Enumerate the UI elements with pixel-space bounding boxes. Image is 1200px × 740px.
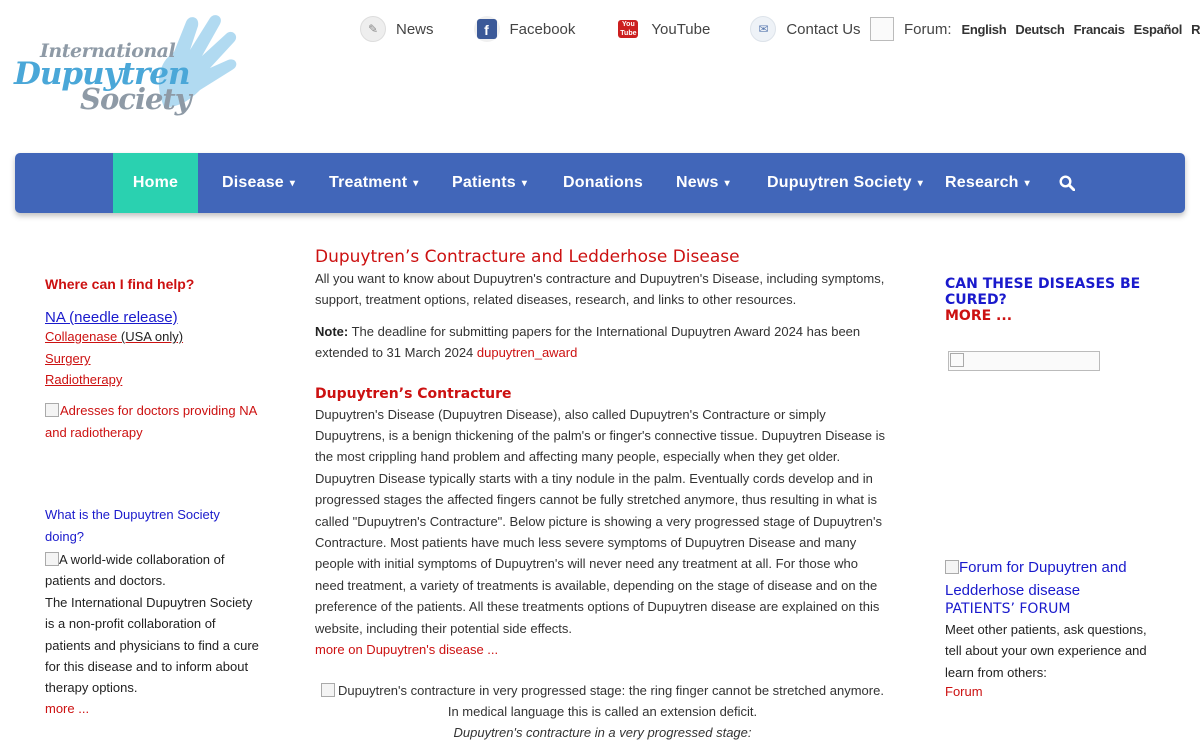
- left-more-link[interactable]: more ...: [45, 701, 89, 716]
- nav-patients[interactable]: Patients ▾: [452, 153, 527, 213]
- nav-home[interactable]: Home: [113, 153, 198, 213]
- more-disease-link[interactable]: more on Dupuytren's disease ...: [315, 639, 890, 660]
- search-icon[interactable]: [1059, 175, 1075, 191]
- patients-forum-title: PATIENTS’ FORUM: [945, 601, 1071, 617]
- forum-image-link[interactable]: Forum for Dupuytren and Ledderhose disea…: [945, 556, 1145, 602]
- nav-donations[interactable]: Donations: [563, 153, 643, 213]
- cure-title[interactable]: CAN THESE DISEASES BE CURED?: [945, 276, 1145, 308]
- chevron-down-icon: ▾: [521, 177, 528, 189]
- top-link-youtube[interactable]: You Tube YouTube: [615, 16, 710, 42]
- broken-image-icon: [321, 682, 336, 697]
- collaboration-image-alt: A world-wide collaboration of patients a…: [45, 552, 225, 589]
- contracture-image: Dupuytren's contracture in very progress…: [315, 680, 890, 723]
- logo-line-society: Society: [80, 82, 192, 116]
- page-title: Dupuytren’s Contracture and Ledderhose D…: [315, 247, 740, 267]
- nav-label: Disease: [222, 174, 284, 191]
- broken-image-icon: [945, 560, 959, 574]
- what-is-society-title[interactable]: What is the Dupuytren Society doing?: [45, 504, 260, 548]
- section-text: Dupuytren's Disease (Dupuytren Disease),…: [315, 406, 886, 636]
- top-link-contact[interactable]: ✉ Contact Us: [750, 16, 861, 42]
- mail-icon: ✉: [750, 16, 777, 42]
- collagenase-link[interactable]: Collagenase: [45, 329, 117, 344]
- image-alt-text: Adresses for doctors providing NA and ra…: [45, 403, 257, 440]
- site-logo[interactable]: International Dupuytren Society: [14, 12, 240, 120]
- forum-languages: Forum: English Deutsch Francais Español …: [870, 14, 1200, 44]
- main-nav: Home Disease ▾ Treatment ▾ Patients ▾ Donat…: [15, 153, 1185, 213]
- image-caption-italic: Dupuytren's contracture in a very progre…: [453, 725, 752, 740]
- nav-label: Home: [132, 174, 179, 191]
- facebook-icon: f: [473, 16, 500, 42]
- top-link-label: News: [396, 20, 434, 38]
- note-text: The deadline for submitting papers for t…: [315, 323, 861, 361]
- broken-image-icon: [950, 353, 964, 367]
- note-label: Note:: [315, 323, 349, 339]
- main-content: Dupuytren’s Contracture and Ledderhose D…: [315, 246, 890, 740]
- nav-label: Treatment: [329, 174, 408, 191]
- nav-label: Dupuytren Society: [767, 174, 912, 191]
- forum-lang-english[interactable]: English: [962, 22, 1007, 37]
- award-link[interactable]: dupuytren_award: [477, 345, 577, 360]
- na-needle-release-link[interactable]: NA (needle release): [45, 309, 178, 326]
- help-title: Where can I find help?: [45, 276, 195, 292]
- society-description: A world-wide collaboration of patients a…: [45, 549, 260, 699]
- top-link-label: Facebook: [509, 20, 576, 38]
- top-link-facebook[interactable]: f Facebook: [473, 16, 576, 42]
- nav-disease[interactable]: Disease ▾: [222, 153, 295, 213]
- nav-news[interactable]: News ▾: [676, 153, 730, 213]
- broken-image-icon: [870, 17, 894, 41]
- intro-text: All you want to know about Dupuytren's c…: [315, 271, 885, 308]
- forum-image-alt: Forum for Dupuytren and Ledderhose disea…: [945, 559, 1127, 599]
- sidebar-image[interactable]: [948, 351, 1100, 371]
- chevron-down-icon: ▾: [1024, 177, 1030, 189]
- forum-lang-russian[interactable]: Russian: [1191, 22, 1200, 37]
- nav-label: Research: [945, 174, 1019, 191]
- image-caption: Dupuytren's contracture in very progress…: [338, 682, 884, 719]
- top-link-label: Contact Us: [786, 20, 861, 38]
- forum-lang-espanol[interactable]: Español: [1134, 22, 1183, 37]
- collagenase-row: Collagenase (USA only): [45, 329, 183, 344]
- chevron-down-icon: ▾: [289, 177, 296, 189]
- forum-link[interactable]: Forum: [945, 684, 983, 699]
- forum-lang-francais[interactable]: Francais: [1074, 22, 1125, 37]
- broken-image-icon: [45, 552, 59, 566]
- forum-label: Forum:: [904, 20, 952, 38]
- nav-treatment[interactable]: Treatment ▾: [329, 153, 419, 213]
- nav-research[interactable]: Research ▾: [945, 153, 1030, 213]
- nav-dupuytren-society[interactable]: Dupuytren Society ▾: [767, 153, 923, 213]
- chevron-down-icon: ▾: [413, 177, 419, 189]
- chevron-down-icon: ▾: [917, 177, 923, 189]
- top-link-news[interactable]: ✎ News: [360, 16, 434, 42]
- chevron-down-icon: ▾: [724, 177, 730, 189]
- surgery-link[interactable]: Surgery: [45, 351, 91, 366]
- doctors-addresses-image[interactable]: Adresses for doctors providing NA and ra…: [45, 400, 260, 444]
- radiotherapy-link[interactable]: Radiotherapy: [45, 372, 122, 387]
- nav-label: Donations: [563, 174, 644, 191]
- news-icon: ✎: [360, 16, 386, 42]
- top-links: ✎ News f Facebook You Tube YouTube ✉ Cont…: [360, 14, 901, 44]
- forum-lang-deutsch[interactable]: Deutsch: [1015, 22, 1065, 37]
- youtube-icon: You Tube: [618, 20, 639, 38]
- top-link-label: YouTube: [651, 20, 711, 38]
- usa-only-note: (USA only): [120, 329, 184, 344]
- nav-label: News: [676, 174, 719, 191]
- nav-label: Patients: [452, 174, 516, 191]
- broken-image-icon: [45, 403, 59, 417]
- section-title: Dupuytren’s Contracture: [315, 385, 512, 402]
- cure-more-link[interactable]: MORE ...: [945, 308, 1012, 324]
- society-text: The International Dupuytren Society is a…: [45, 594, 259, 696]
- patients-forum-text: Meet other patients, ask questions, tell…: [945, 622, 1147, 680]
- note-paragraph: Note: The deadline for submitting papers…: [315, 321, 890, 364]
